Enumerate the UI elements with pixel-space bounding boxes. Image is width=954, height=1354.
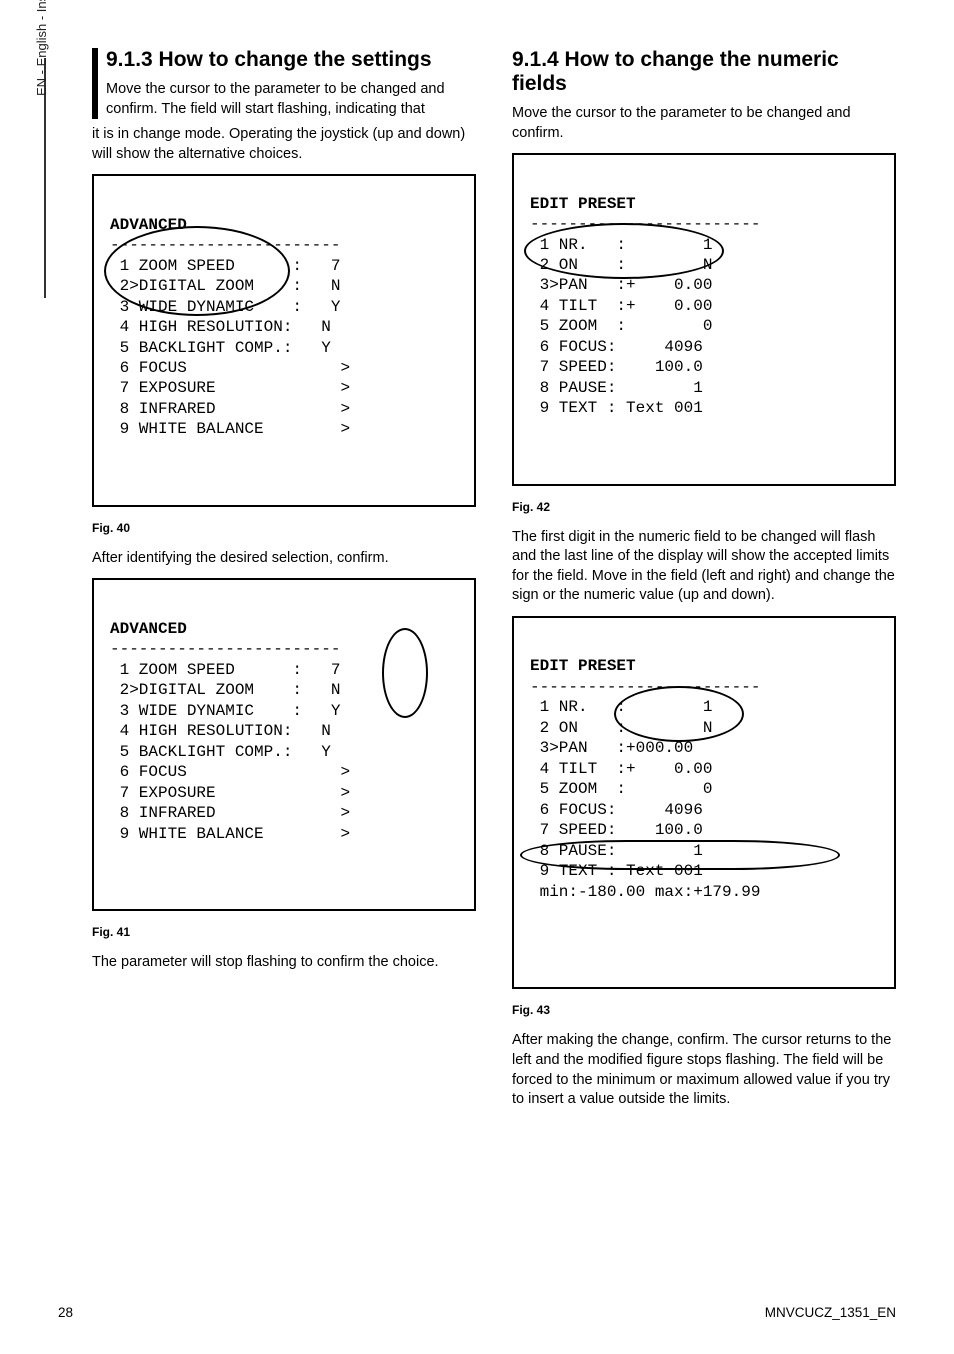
oval-highlight-2: [382, 628, 428, 718]
right-column: 9.1.4 How to change the numeric fields M…: [512, 48, 896, 1120]
terminal-edit-1: EDIT PRESET ------------------------ 1 N…: [512, 153, 896, 486]
terminal-advanced-1: ADVANCED ------------------------ 1 ZOOM…: [92, 174, 476, 507]
terminal-edit-title-1: EDIT PRESET: [530, 195, 636, 213]
terminal-edit-2: EDIT PRESET ------------------------ 1 N…: [512, 616, 896, 990]
doc-id: MNVCUCZ_1351_EN: [765, 1305, 896, 1320]
fig-41-caption: Fig. 41: [92, 925, 476, 939]
terminal-edit-rule-1: ------------------------: [530, 215, 760, 233]
fig-43-caption: Fig. 43: [512, 1003, 896, 1017]
section-913-block: 9.1.3 How to change the settings Move th…: [92, 48, 476, 119]
para-stop-flashing: The parameter will stop flashing to conf…: [92, 953, 476, 973]
terminal-edit-title-2: EDIT PRESET: [530, 657, 636, 675]
page-number: 28: [58, 1305, 73, 1320]
terminal-edit-rule-2: ------------------------: [530, 678, 760, 696]
terminal-rule: ------------------------: [110, 236, 340, 254]
terminal-edit-body-1: 1 NR. : 1 2 ON : N 3>PAN :+ 0.00 4 TILT …: [530, 236, 712, 418]
para-913-intro-a: Move the cursor to the parameter to be c…: [106, 80, 476, 119]
heading-914: 9.1.4 How to change the numeric fields: [512, 48, 896, 96]
fig-40-caption: Fig. 40: [92, 521, 476, 535]
para-after-select: After identifying the desired selection,…: [92, 549, 476, 569]
left-column: 9.1.3 How to change the settings Move th…: [92, 48, 476, 1120]
terminal-rule-2: ------------------------: [110, 640, 340, 658]
terminal-body-1: 1 ZOOM SPEED : 7 2>DIGITAL ZOOM : N 3 WI…: [110, 257, 350, 439]
page-footer: 28 MNVCUCZ_1351_EN: [58, 1305, 896, 1320]
para-913-intro-b: it is in change mode. Operating the joys…: [92, 125, 476, 164]
terminal-edit-body-2: 1 NR. : 1 2 ON : N 3>PAN :+000.00 4 TILT…: [530, 698, 760, 900]
para-first-digit: The first digit in the numeric field to …: [512, 528, 896, 606]
terminal-title: ADVANCED: [110, 216, 187, 234]
terminal-body-2: 1 ZOOM SPEED : 7 2>DIGITAL ZOOM : N 3 WI…: [110, 661, 350, 843]
terminal-title-2: ADVANCED: [110, 620, 187, 638]
heading-913: 9.1.3 How to change the settings: [106, 48, 476, 72]
side-language-label: EN - English - Instructions manual: [34, 0, 49, 96]
fig-42-caption: Fig. 42: [512, 500, 896, 514]
terminal-advanced-2: ADVANCED ------------------------ 1 ZOOM…: [92, 578, 476, 911]
para-914-intro: Move the cursor to the parameter to be c…: [512, 104, 896, 143]
para-after-change: After making the change, confirm. The cu…: [512, 1031, 896, 1109]
